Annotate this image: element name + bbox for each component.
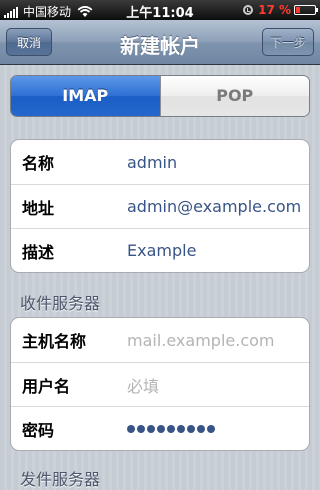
address-label: 地址 — [22, 198, 55, 218]
incoming-server-header: 收件服务器 — [20, 294, 101, 313]
username-row[interactable]: 用户名 必填 — [11, 362, 309, 406]
segment-pop[interactable]: POP — [159, 76, 309, 116]
name-row[interactable]: 名称 admin — [11, 140, 309, 184]
segment-imap[interactable]: IMAP — [11, 76, 160, 116]
battery-percent: 17 % — [258, 3, 291, 17]
username-field[interactable]: 必填 — [127, 373, 159, 397]
name-label: 名称 — [22, 154, 55, 173]
page-title: 新建帐户 — [120, 34, 200, 58]
description-field[interactable]: Example — [127, 241, 196, 260]
address-row[interactable]: 地址 admin@example.com — [11, 184, 309, 228]
password-dot — [197, 425, 205, 433]
outgoing-server-header: 发件服务器 — [20, 470, 101, 489]
status-right: 17 % — [243, 3, 318, 17]
status-bar: 中国移动 上午11:04 17 % — [0, 0, 320, 21]
password-label: 密码 — [22, 420, 55, 440]
description-label: 描述 — [22, 242, 55, 262]
host-row[interactable]: 主机名称 mail.example.com — [11, 318, 309, 362]
account-type-segmented-control: IMAP POP — [10, 75, 310, 117]
address-field[interactable]: admin@example.com — [127, 197, 301, 216]
next-button[interactable]: 下一步 — [262, 28, 314, 56]
host-field[interactable]: mail.example.com — [127, 331, 275, 350]
battery-icon — [294, 5, 318, 15]
password-dot — [177, 425, 185, 433]
cancel-button[interactable]: 取消 — [6, 28, 52, 56]
navigation-bar: 取消 新建帐户 下一步 — [0, 20, 320, 65]
password-dot — [187, 425, 195, 433]
password-row[interactable]: 密码 — [11, 406, 309, 450]
account-info-group: 名称 admin 地址 admin@example.com 描述 Example — [10, 139, 310, 273]
password-dot — [127, 425, 135, 433]
password-dot — [167, 425, 175, 433]
password-field[interactable] — [127, 425, 217, 433]
password-dot — [147, 425, 155, 433]
description-row[interactable]: 描述 Example — [11, 228, 309, 272]
password-dot — [157, 425, 165, 433]
password-dot — [207, 425, 215, 433]
host-label: 主机名称 — [22, 332, 87, 351]
incoming-server-group: 主机名称 mail.example.com 用户名 必填 密码 — [10, 317, 310, 451]
password-dot — [137, 425, 145, 433]
name-field[interactable]: admin — [127, 153, 177, 172]
rotation-lock-icon — [243, 5, 254, 15]
username-label: 用户名 — [22, 376, 71, 396]
